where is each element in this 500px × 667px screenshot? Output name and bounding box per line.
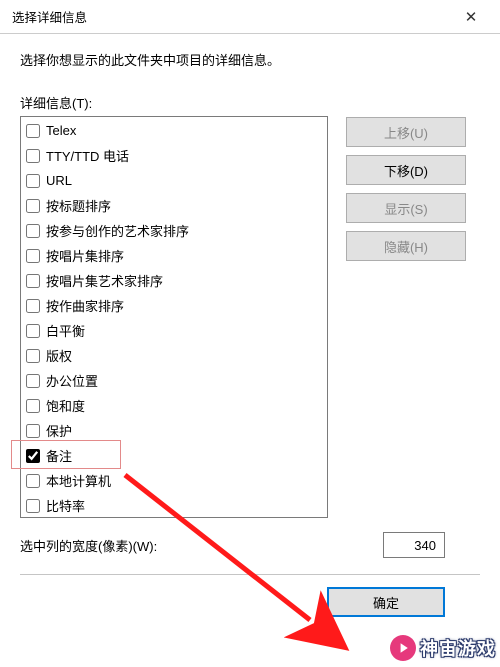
list-item-checkbox[interactable] xyxy=(26,199,40,213)
list-item-checkbox[interactable] xyxy=(26,399,40,413)
list-item-label: 办公位置 xyxy=(46,371,98,390)
list-item-checkbox[interactable] xyxy=(26,374,40,388)
list-item-label: 比特率 xyxy=(46,496,85,515)
separator xyxy=(20,574,480,575)
list-item[interactable]: 本地计算机 xyxy=(21,468,327,493)
list-item-checkbox[interactable] xyxy=(26,274,40,288)
width-label: 选中列的宽度(像素)(W): xyxy=(20,536,157,555)
list-item[interactable]: 按唱片集艺术家排序 xyxy=(21,268,327,293)
list-item-label: 按作曲家排序 xyxy=(46,296,124,315)
list-item-label: 白平衡 xyxy=(46,321,85,340)
list-item-label: 本地计算机 xyxy=(46,471,111,490)
list-item-checkbox[interactable] xyxy=(26,174,40,188)
list-item-label: Telex xyxy=(46,123,76,138)
list-item-checkbox[interactable] xyxy=(26,499,40,513)
hide-button[interactable]: 隐藏(H) xyxy=(346,231,466,261)
list-item[interactable]: 办公位置 xyxy=(21,368,327,393)
close-icon: ✕ xyxy=(465,8,478,26)
list-item-checkbox[interactable] xyxy=(26,124,40,138)
details-listbox[interactable]: Telex TTY/TTD 电话 URL 按标题排序按参与创作的艺术家排序按唱片集排序… xyxy=(20,116,328,518)
list-item[interactable]: 按标题排序 xyxy=(21,193,327,218)
list-item-checkbox[interactable] xyxy=(26,449,40,463)
title-bar: 选择详细信息 ✕ xyxy=(0,0,500,34)
list-item-checkbox[interactable] xyxy=(26,299,40,313)
move-down-button[interactable]: 下移(D) xyxy=(346,155,466,185)
list-item[interactable]: 饱和度 xyxy=(21,393,327,418)
list-item-checkbox[interactable] xyxy=(26,249,40,263)
show-button[interactable]: 显示(S) xyxy=(346,193,466,223)
list-item-label: 备注 xyxy=(46,446,72,465)
list-item-checkbox[interactable] xyxy=(26,349,40,363)
list-item[interactable]: 白平衡 xyxy=(21,318,327,343)
list-item-label: 按唱片集排序 xyxy=(46,246,124,265)
list-item-label: 保护 xyxy=(46,421,72,440)
list-item-checkbox[interactable] xyxy=(26,324,40,338)
list-item-label: 版权 xyxy=(46,346,72,365)
width-input[interactable] xyxy=(383,532,445,558)
list-item[interactable]: 版权 xyxy=(21,343,327,368)
list-item[interactable]: TTY/TTD 电话 xyxy=(21,143,327,168)
list-item-checkbox[interactable] xyxy=(26,474,40,488)
list-item[interactable]: Telex xyxy=(21,118,327,143)
list-item-label: 按唱片集艺术家排序 xyxy=(46,271,163,290)
list-item-label: 按标题排序 xyxy=(46,196,111,215)
list-item-checkbox[interactable] xyxy=(26,424,40,438)
list-item-label: URL xyxy=(46,173,72,188)
list-item[interactable]: 按作曲家排序 xyxy=(21,293,327,318)
watermark: 神宙游戏 xyxy=(390,635,496,661)
move-up-button[interactable]: 上移(U) xyxy=(346,117,466,147)
list-item-label: 饱和度 xyxy=(46,396,85,415)
list-item[interactable]: URL xyxy=(21,168,327,193)
details-label: 详细信息(T): xyxy=(20,93,480,112)
ok-button[interactable]: 确定 xyxy=(327,587,445,617)
list-item[interactable]: 保护 xyxy=(21,418,327,443)
window-title: 选择详细信息 xyxy=(12,7,450,26)
list-item-checkbox[interactable] xyxy=(26,149,40,163)
close-button[interactable]: ✕ xyxy=(450,2,492,32)
list-item[interactable]: 按参与创作的艺术家排序 xyxy=(21,218,327,243)
prompt-text: 选择你想显示的此文件夹中项目的详细信息。 xyxy=(20,50,480,69)
list-item[interactable]: 按唱片集排序 xyxy=(21,243,327,268)
watermark-logo-icon xyxy=(390,635,416,661)
list-item-label: TTY/TTD 电话 xyxy=(46,146,129,165)
list-item-checkbox[interactable] xyxy=(26,224,40,238)
list-item[interactable]: 比特率 xyxy=(21,493,327,518)
list-item-label: 按参与创作的艺术家排序 xyxy=(46,221,189,240)
list-item[interactable]: 备注 xyxy=(21,443,327,468)
watermark-text: 神宙游戏 xyxy=(420,635,496,661)
